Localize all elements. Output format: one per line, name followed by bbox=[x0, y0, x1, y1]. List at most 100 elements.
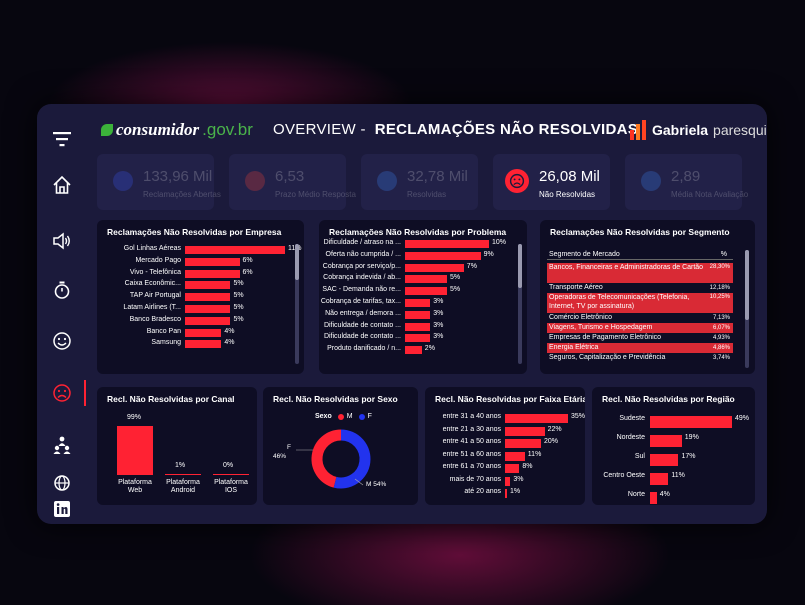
bar[interactable] bbox=[185, 328, 222, 337]
table-row[interactable]: Energia Elétrica 4,86% bbox=[547, 343, 733, 353]
people-hierarchy-icon bbox=[641, 171, 661, 191]
bar[interactable] bbox=[505, 489, 507, 498]
kpi-value: 32,78 Mil bbox=[407, 168, 468, 185]
bar-label: Caixa Econômic... bbox=[124, 280, 181, 288]
bar-label: Vivo - Telefônica bbox=[129, 268, 181, 276]
bar[interactable] bbox=[405, 240, 489, 248]
bar-label: entre 51 a 60 anos bbox=[442, 450, 501, 458]
bar[interactable] bbox=[185, 269, 240, 278]
value-label: 0% bbox=[223, 462, 234, 469]
value-label: 49% bbox=[735, 415, 750, 422]
linkedin-icon[interactable] bbox=[51, 498, 73, 520]
kpi-card-media-nota[interactable]: 2,89 Média Nota Avaliação bbox=[625, 154, 748, 210]
stopwatch-icon[interactable] bbox=[51, 279, 73, 301]
bar[interactable] bbox=[505, 476, 511, 486]
scrollbar[interactable] bbox=[745, 250, 749, 368]
value-label: 8% bbox=[522, 463, 533, 470]
scrollbar-thumb[interactable] bbox=[518, 244, 522, 288]
bar[interactable] bbox=[185, 316, 231, 325]
bar[interactable] bbox=[650, 416, 732, 428]
sad-face-icon bbox=[505, 169, 529, 193]
table-row[interactable]: Operadoras de Telecomunicações (Telefoni… bbox=[547, 293, 733, 313]
bar-label: Dificuldade de contato ... bbox=[323, 321, 401, 329]
panel-sexo: Recl. Não Resolvidas por Sexo Sexo M F F… bbox=[263, 387, 418, 505]
kpi-card-abertas[interactable]: 133,96 Mil Reclamações Abertas bbox=[97, 154, 221, 210]
table-row[interactable]: Empresas de Pagamento Eletrônico 4,93% bbox=[547, 333, 733, 343]
bar[interactable] bbox=[505, 451, 525, 461]
stopwatch-icon bbox=[245, 171, 265, 191]
table-row[interactable]: Comércio Eletrônico 7,13% bbox=[547, 313, 733, 323]
kpi-card-resolvidas[interactable]: 32,78 Mil Resolvidas bbox=[361, 154, 478, 210]
consumidor-logo[interactable]: consumidor .gov.br bbox=[101, 120, 253, 140]
value-label: 3% bbox=[433, 298, 444, 305]
bar[interactable] bbox=[185, 340, 222, 349]
bar[interactable] bbox=[405, 287, 447, 296]
scrollbar[interactable] bbox=[295, 244, 299, 364]
panel-title: Recl. Não Resolvidas por Canal bbox=[107, 394, 235, 404]
bar[interactable] bbox=[505, 439, 541, 448]
bar[interactable] bbox=[405, 251, 481, 260]
sad-face-icon[interactable] bbox=[51, 382, 73, 404]
donut-slice-m[interactable] bbox=[333, 429, 371, 489]
scrollbar-thumb[interactable] bbox=[745, 250, 749, 320]
kpi-label: Resolvidas bbox=[407, 190, 447, 199]
value-label: 10% bbox=[492, 239, 507, 246]
bar[interactable] bbox=[405, 299, 431, 307]
bar-label: Banco Bradesco bbox=[129, 315, 181, 323]
filter-icon[interactable] bbox=[51, 128, 73, 150]
bar[interactable] bbox=[505, 414, 568, 423]
bar[interactable] bbox=[185, 257, 240, 266]
table-row[interactable]: Seguros, Capitalização e Previdência 3,74… bbox=[547, 353, 733, 363]
value-label: 3% bbox=[433, 333, 444, 341]
globe-icon[interactable] bbox=[51, 472, 73, 494]
kpi-label: Reclamações Abertas bbox=[143, 190, 221, 199]
bar[interactable] bbox=[650, 435, 682, 447]
value-label: 11% bbox=[527, 450, 542, 458]
bar[interactable] bbox=[650, 492, 657, 504]
panel-title: Reclamações Não Resolvidas por Empresa bbox=[107, 227, 282, 237]
segment-label: Viagens, Turismo e Hospedagem bbox=[549, 324, 653, 331]
scrollbar-thumb[interactable] bbox=[295, 244, 299, 280]
speaker-icon[interactable] bbox=[51, 230, 73, 252]
bar[interactable] bbox=[405, 334, 431, 343]
bar[interactable] bbox=[405, 263, 464, 272]
table-row[interactable]: Bancos, Financeiras e Administradoras de… bbox=[547, 263, 733, 283]
column[interactable] bbox=[165, 474, 201, 475]
bar-label: mais de 70 anos bbox=[449, 475, 501, 483]
value-label: 99% bbox=[127, 413, 142, 421]
bar[interactable] bbox=[405, 346, 422, 355]
bar[interactable] bbox=[185, 305, 231, 313]
bar[interactable] bbox=[185, 246, 285, 254]
brand-logo: Gabriela paresqui bbox=[629, 120, 767, 140]
column[interactable] bbox=[117, 425, 153, 475]
donut-slice-f[interactable] bbox=[311, 429, 342, 488]
segment-pct: 12,18% bbox=[709, 285, 730, 291]
bar[interactable] bbox=[405, 322, 431, 331]
bar[interactable] bbox=[405, 310, 431, 319]
kpi-card-nao-resolvidas[interactable]: 26,08 Mil Não Resolvidas bbox=[493, 154, 610, 210]
kpi-card-prazo[interactable]: 6,53 Prazo Médio Resposta bbox=[229, 154, 356, 210]
table-row[interactable]: Viagens, Turismo e Hospedagem 6,07% bbox=[547, 323, 733, 333]
bar[interactable] bbox=[650, 454, 679, 466]
globe-icon bbox=[113, 171, 133, 191]
smile-icon bbox=[377, 171, 397, 191]
bar[interactable] bbox=[185, 293, 231, 302]
segment-label: Operadoras de Telecomunicações (Telefoni… bbox=[549, 294, 690, 310]
bar[interactable] bbox=[505, 464, 520, 473]
people-hierarchy-icon[interactable] bbox=[51, 434, 73, 456]
bar-label: Latam Airlines (T... bbox=[123, 304, 181, 311]
bar[interactable] bbox=[185, 281, 231, 290]
value-label: 11% bbox=[671, 472, 685, 479]
scrollbar[interactable] bbox=[518, 244, 522, 364]
bar[interactable] bbox=[505, 426, 545, 436]
bar-label: TAP Air Portugal bbox=[129, 292, 181, 300]
kpi-value: 133,96 Mil bbox=[143, 168, 213, 185]
table-row[interactable]: Transporte Aéreo 12,18% bbox=[547, 283, 733, 293]
smile-icon[interactable] bbox=[51, 330, 73, 352]
home-icon[interactable] bbox=[51, 174, 73, 196]
column[interactable] bbox=[213, 474, 249, 475]
kpi-value: 26,08 Mil bbox=[539, 168, 600, 185]
bar[interactable] bbox=[650, 473, 669, 485]
bar[interactable] bbox=[405, 275, 447, 284]
value-label: 5% bbox=[233, 304, 244, 311]
